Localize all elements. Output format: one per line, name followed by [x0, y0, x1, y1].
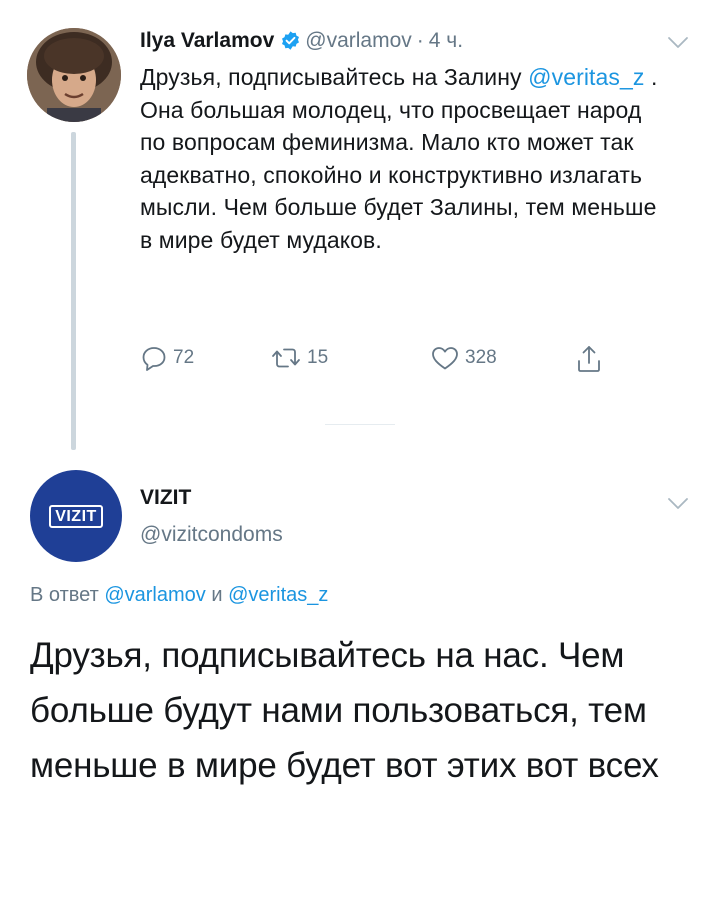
share-button[interactable] [575, 344, 603, 374]
author-name[interactable]: Ilya Varlamov [140, 29, 274, 52]
like-count: 328 [465, 347, 497, 368]
tweet1-text-before: Друзья, подписывайтесь на Залину [140, 64, 529, 90]
avatar-photo [27, 28, 121, 122]
tweet1-header: Ilya Varlamov @varlamov · 4 ч. [140, 28, 463, 54]
like-button[interactable]: 328 [430, 344, 497, 372]
reply-joiner: и [205, 584, 229, 606]
tweet1-text-after: . Она большая молодец, что просвещает на… [140, 64, 658, 253]
tweet-time[interactable]: 4 ч. [429, 29, 463, 52]
retweet-icon [272, 348, 300, 368]
retweet-button[interactable]: 15 [270, 344, 328, 372]
thread-connector-line [71, 132, 76, 450]
reply-mention-veritas[interactable]: @veritas_z [228, 584, 328, 606]
author-name-vizit[interactable]: VIZIT [140, 486, 191, 510]
author-handle[interactable]: @varlamov [305, 29, 412, 52]
tweet1-text: Друзья, подписывайтесь на Залину @verita… [140, 61, 660, 256]
mention-link[interactable]: @veritas_z [528, 64, 644, 90]
retweet-count: 15 [307, 347, 329, 368]
verified-badge-icon [282, 31, 300, 50]
avatar-varlamov[interactable] [27, 28, 121, 122]
chevron-down-icon[interactable] [667, 36, 689, 50]
reply-mention-varlamov[interactable]: @varlamov [104, 584, 205, 606]
header-separator: · [416, 29, 424, 52]
heart-icon [432, 347, 458, 370]
author-handle-vizit[interactable]: @vizitcondoms [140, 523, 283, 547]
vizit-logo: VIZIT [49, 504, 103, 528]
tweet2-text: Друзья, подписывайтесь на нас. Чем больш… [30, 636, 659, 785]
reply-button[interactable]: 72 [140, 344, 194, 372]
share-icon [578, 346, 600, 372]
reply-icon [142, 347, 166, 371]
avatar-vizit[interactable]: VIZIT [30, 470, 122, 562]
reply-context: В ответ @varlamov и @veritas_z [30, 584, 328, 607]
tweet1-actions: 72 15 328 [140, 344, 640, 378]
reply-prefix: В ответ [30, 584, 105, 606]
reply-count: 72 [173, 347, 195, 368]
chevron-down-icon[interactable] [667, 497, 689, 511]
divider [325, 424, 395, 425]
